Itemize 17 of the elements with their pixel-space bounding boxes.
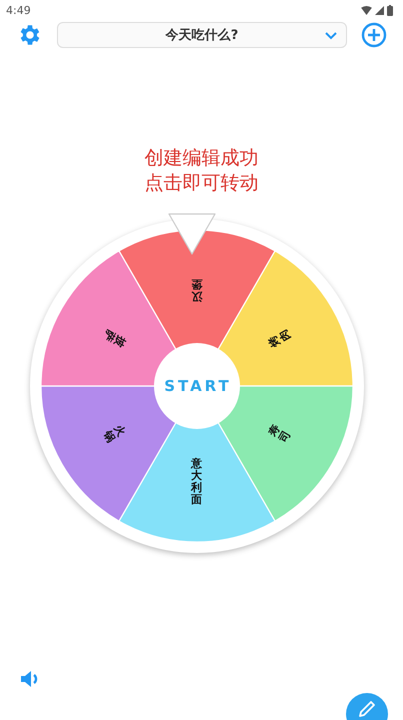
segment-label: 意大利面 xyxy=(191,458,202,506)
status-message: 点击即可转动 xyxy=(144,171,260,196)
segment-label: 汉堡 xyxy=(191,278,202,302)
signal-icon xyxy=(375,6,384,14)
segment-label: 烤肉 xyxy=(266,327,293,349)
pointer-icon xyxy=(166,212,218,256)
segment-label: 火锅 xyxy=(100,423,127,445)
segment-label: 披萨 xyxy=(100,327,127,349)
chevron-down-icon xyxy=(325,32,337,40)
menu-dropdown[interactable]: 今天吃什么? xyxy=(57,22,347,48)
battery-icon xyxy=(387,4,393,16)
segment-label: 寿司 xyxy=(266,423,293,445)
pencil-icon xyxy=(357,699,377,719)
wifi-icon xyxy=(361,6,372,14)
add-button[interactable] xyxy=(361,22,387,48)
status-time: 4:49 xyxy=(6,4,31,16)
status-message: 创建编辑成功 xyxy=(144,146,260,171)
